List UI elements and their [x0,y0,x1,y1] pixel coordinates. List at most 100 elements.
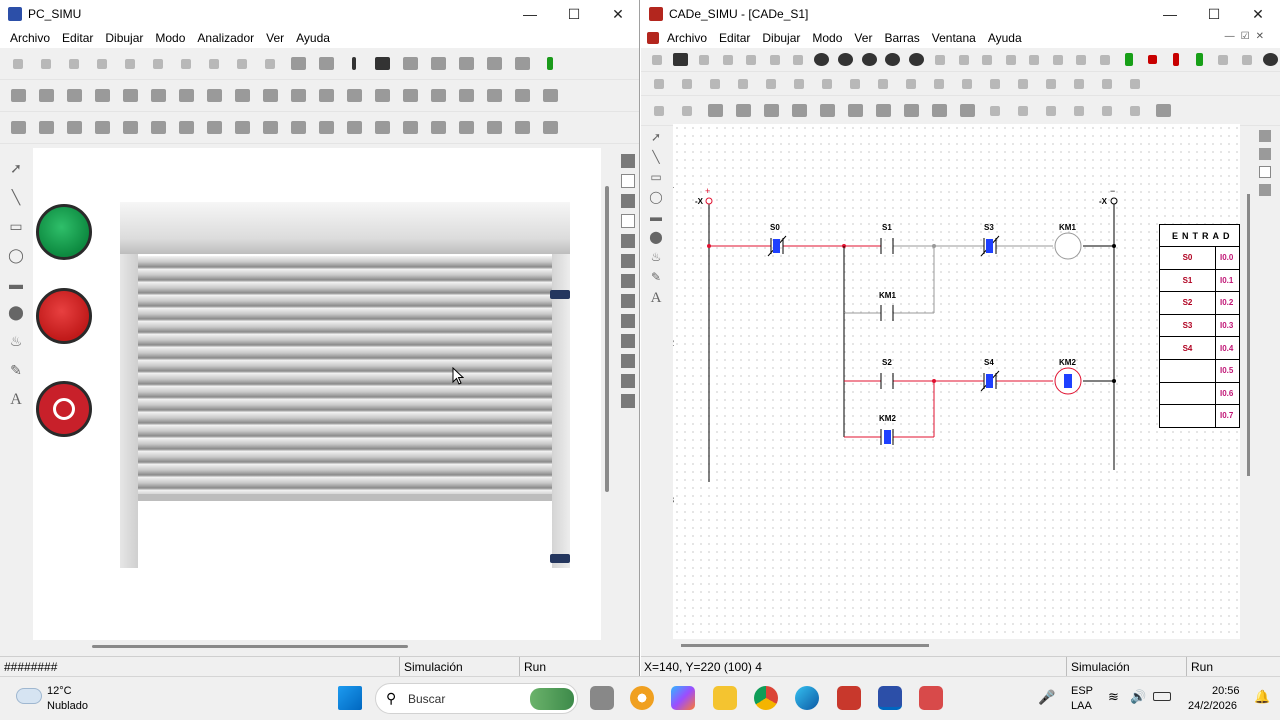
volume-icon[interactable]: 🔊 [1130,689,1146,705]
component-icon[interactable] [1011,99,1035,123]
paste-icon[interactable] [146,52,170,76]
filled-rect-icon[interactable]: ▬ [7,276,25,292]
undo-icon[interactable] [954,48,974,72]
component-icon[interactable] [899,72,923,96]
component-icon[interactable] [538,116,562,140]
line-icon[interactable]: ╲ [652,150,659,164]
component-icon[interactable] [647,99,671,123]
wifi-icon[interactable]: ≋ [1108,689,1119,705]
component-icon[interactable] [759,72,783,96]
palette-swatch-icon[interactable] [1259,184,1271,196]
menu-dibujar[interactable]: Dibujar [99,31,149,45]
palette-swatch-icon[interactable] [621,254,635,268]
cut-icon[interactable] [741,48,761,72]
step-icon[interactable] [1190,48,1210,72]
horizontal-scrollbar[interactable] [681,644,929,647]
component-icon[interactable] [731,72,755,96]
component-icon[interactable] [675,99,699,123]
s1-contact[interactable] [882,239,892,253]
component-icon[interactable] [1039,99,1063,123]
lang-layout[interactable]: LAA [1071,700,1092,712]
rectangle-icon[interactable]: ▭ [7,218,25,235]
brush-icon[interactable]: ✎ [7,362,25,379]
save-icon[interactable] [62,52,86,76]
component-icon[interactable] [34,116,58,140]
filled-ellipse-icon[interactable]: ⬤ [649,230,662,244]
arrow-icon[interactable] [1095,48,1115,72]
palette-swatch-icon[interactable] [621,234,635,248]
menu-ayuda[interactable]: Ayuda [290,31,336,45]
component-icon[interactable] [34,84,58,108]
component-icon[interactable] [482,52,506,76]
text-tool-icon[interactable]: A [7,391,25,409]
pointer-icon[interactable]: ➚ [651,130,661,144]
close-button[interactable]: ✕ [596,0,639,28]
ladder-diagram-canvas[interactable]: 1 2 3 -X + -X − S0 S1 [673,124,1250,647]
component-icon[interactable] [62,116,86,140]
component-icon[interactable] [398,84,422,108]
battery-icon[interactable] [1153,692,1171,701]
component-icon[interactable] [258,84,282,108]
component-icon[interactable] [286,116,310,140]
component-icon[interactable] [314,116,338,140]
component-icon[interactable] [675,72,699,96]
clock-time[interactable]: 20:56 [1212,685,1240,697]
component-icon[interactable] [6,116,30,140]
component-icon[interactable] [955,72,979,96]
component-icon[interactable] [118,116,142,140]
component-icon[interactable] [230,84,254,108]
component-icon[interactable] [703,99,727,123]
menu-archivo[interactable]: Archivo [661,31,713,45]
run-icon[interactable] [538,52,562,76]
zoom-fit-icon[interactable] [907,48,927,72]
notifications-icon[interactable]: 🔔 [1254,689,1270,705]
component-icon[interactable] [1039,72,1063,96]
component-icon[interactable] [1151,99,1175,123]
palette-swatch-icon[interactable] [621,334,635,348]
component-icon[interactable] [1095,72,1119,96]
lower-limit-sensor[interactable] [550,554,570,563]
new-file-icon[interactable] [647,48,667,72]
minimize-button[interactable]: — [1148,0,1192,28]
component-icon[interactable] [90,116,114,140]
component-icon[interactable] [955,99,979,123]
taskbar-search-box[interactable]: ⚲ Buscar [375,683,578,714]
rectangle-icon[interactable]: ▭ [650,170,661,184]
palette-swatch-icon[interactable] [621,194,635,208]
component-icon[interactable] [398,116,422,140]
km2-contact[interactable] [884,430,891,444]
red-push-button[interactable] [36,288,92,344]
component-icon[interactable] [759,99,783,123]
component-icon[interactable] [843,99,867,123]
component-icon[interactable] [482,84,506,108]
component-icon[interactable] [426,52,450,76]
mdi-controls[interactable]: —☑✕ [1219,31,1276,42]
stop-icon[interactable] [1142,48,1162,72]
zoom-icon[interactable] [836,48,856,72]
pencil-icon[interactable] [342,52,366,76]
minimize-button[interactable]: — [508,0,552,28]
copy-icon[interactable] [765,48,785,72]
zoom-out-icon[interactable] [883,48,903,72]
menu-ventana[interactable]: Ventana [926,31,982,45]
s3-contact[interactable] [986,239,993,253]
component-icon[interactable] [230,116,254,140]
component-icon[interactable] [731,99,755,123]
component-icon[interactable] [983,99,1007,123]
component-icon[interactable] [454,84,478,108]
component-icon[interactable] [426,116,450,140]
component-icon[interactable] [454,52,478,76]
open-file-icon[interactable] [671,48,691,72]
component-icon[interactable] [510,84,534,108]
menu-dibujar[interactable]: Dibujar [756,31,806,45]
undo-icon[interactable] [174,52,198,76]
rolling-shutter-door[interactable] [120,202,570,568]
component-icon[interactable] [927,99,951,123]
cadesimu-taskbar-icon[interactable] [837,686,861,710]
vertical-scrollbar[interactable] [605,186,609,492]
cut-icon[interactable] [90,52,114,76]
search-icon[interactable] [1260,48,1280,72]
horizontal-scrollbar[interactable] [92,645,408,648]
palette-swatch-icon[interactable] [621,314,635,328]
menu-analizador[interactable]: Analizador [191,31,260,45]
